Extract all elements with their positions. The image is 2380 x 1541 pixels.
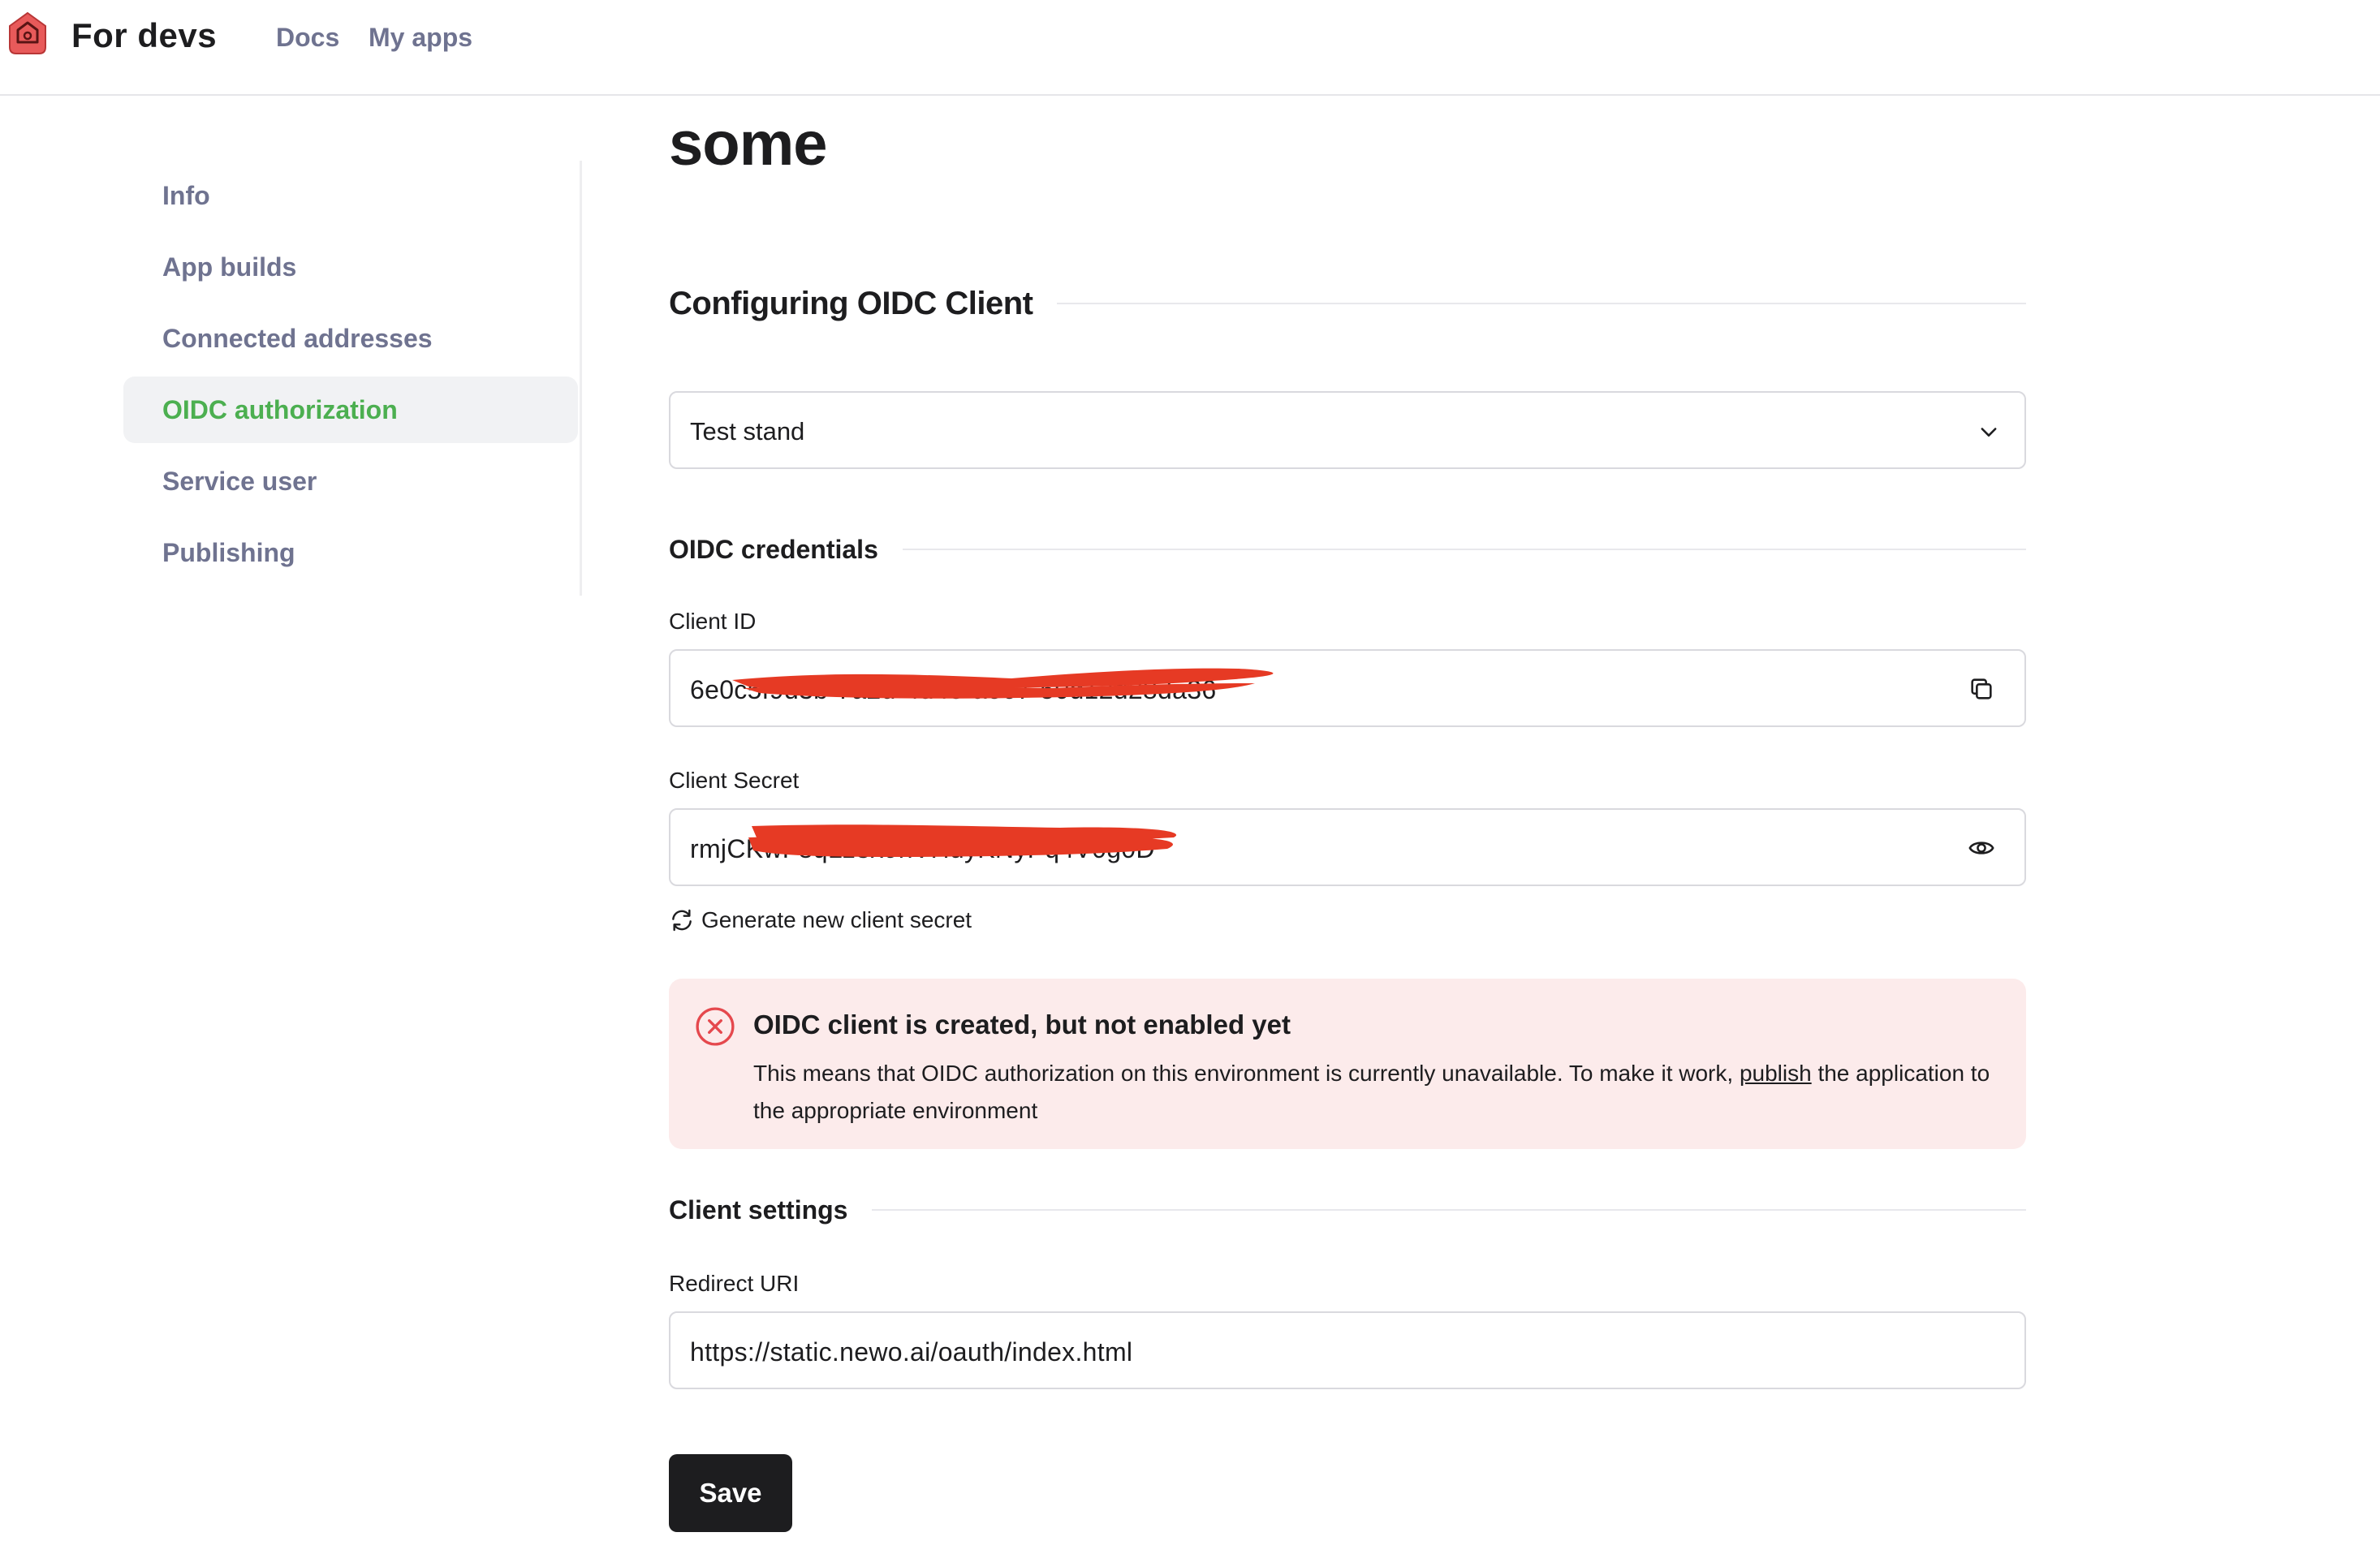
alert-body: This means that OIDC authorization on th… [753, 1055, 2003, 1130]
sidebar-divider [580, 161, 582, 596]
chevron-down-icon [1981, 428, 1997, 437]
error-circle-icon [696, 1007, 735, 1046]
client-settings-section-heading: Client settings [669, 1193, 2026, 1227]
top-navigation-bar: For devs Docs My apps [0, 0, 2380, 96]
main-content: some Configuring OIDC Client Test stand … [669, 114, 2026, 1532]
redirect-uri-value[interactable]: https://static.newo.ai/oauth/index.html [690, 1337, 1132, 1367]
credentials-section-heading: OIDC credentials [669, 532, 2026, 566]
credentials-heading-text: OIDC credentials [669, 534, 878, 564]
sidebar-item-oidc-authorization[interactable]: OIDC authorization [123, 377, 578, 443]
section-divider [1057, 303, 2026, 304]
client-secret-value[interactable]: rmjCKwF8qLz3x9nVHdyKNyPq4V0g0D [690, 834, 1155, 864]
environment-select-value: Test stand [690, 417, 805, 446]
generate-secret-label: Generate new client secret [701, 907, 972, 932]
sidebar-item-publishing[interactable]: Publishing [123, 519, 578, 586]
section-divider [902, 549, 2026, 550]
redirect-uri-field[interactable]: https://static.newo.ai/oauth/index.html [669, 1311, 2026, 1389]
publish-link[interactable]: publish [1740, 1061, 1812, 1086]
client-secret-field[interactable]: rmjCKwF8qLz3x9nVHdyKNyPq4V0g0D [669, 808, 2026, 886]
config-heading-text: Configuring OIDC Client [669, 285, 1033, 321]
client-id-value[interactable]: 6e0c5f9d3b-7a2d-4d48-a867-50d12d28da36 [690, 675, 1216, 705]
environment-select[interactable]: Test stand [669, 391, 2026, 469]
page-title: some [669, 110, 828, 179]
alert-title: OIDC client is created, but not enabled … [753, 1009, 1291, 1040]
sidebar-item-connected-addresses[interactable]: Connected addresses [123, 305, 578, 372]
alert-body-text: This means that OIDC authorization on th… [753, 1061, 1740, 1086]
client-id-label: Client ID [669, 609, 757, 634]
generate-secret-button[interactable]: Generate new client secret [669, 904, 2026, 936]
sidebar-item-app-builds[interactable]: App builds [123, 234, 578, 300]
config-section-heading: Configuring OIDC Client [669, 281, 2026, 326]
client-id-field[interactable]: 6e0c5f9d3b-7a2d-4d48-a867-50d12d28da36 [669, 649, 2026, 727]
sidebar-item-service-user[interactable]: Service user [123, 448, 578, 514]
nav-my-apps-link[interactable]: My apps [369, 23, 472, 53]
client-settings-heading-text: Client settings [669, 1194, 848, 1225]
section-divider [872, 1209, 2026, 1211]
refresh-icon [672, 909, 692, 932]
oidc-not-enabled-alert: OIDC client is created, but not enabled … [669, 979, 2026, 1149]
sidebar-item-info[interactable]: Info [123, 162, 578, 229]
brand-title[interactable]: For devs [71, 16, 217, 55]
redirect-uri-label: Redirect URI [669, 1271, 800, 1296]
eye-icon[interactable] [1968, 834, 1995, 862]
settings-sidebar: Info App builds Connected addresses OIDC… [123, 162, 578, 591]
save-button[interactable]: Save [669, 1454, 792, 1532]
client-secret-label: Client Secret [669, 768, 800, 793]
house-shield-logo-icon[interactable] [8, 11, 47, 55]
nav-docs-link[interactable]: Docs [276, 23, 339, 53]
copy-icon[interactable] [1968, 675, 1995, 703]
